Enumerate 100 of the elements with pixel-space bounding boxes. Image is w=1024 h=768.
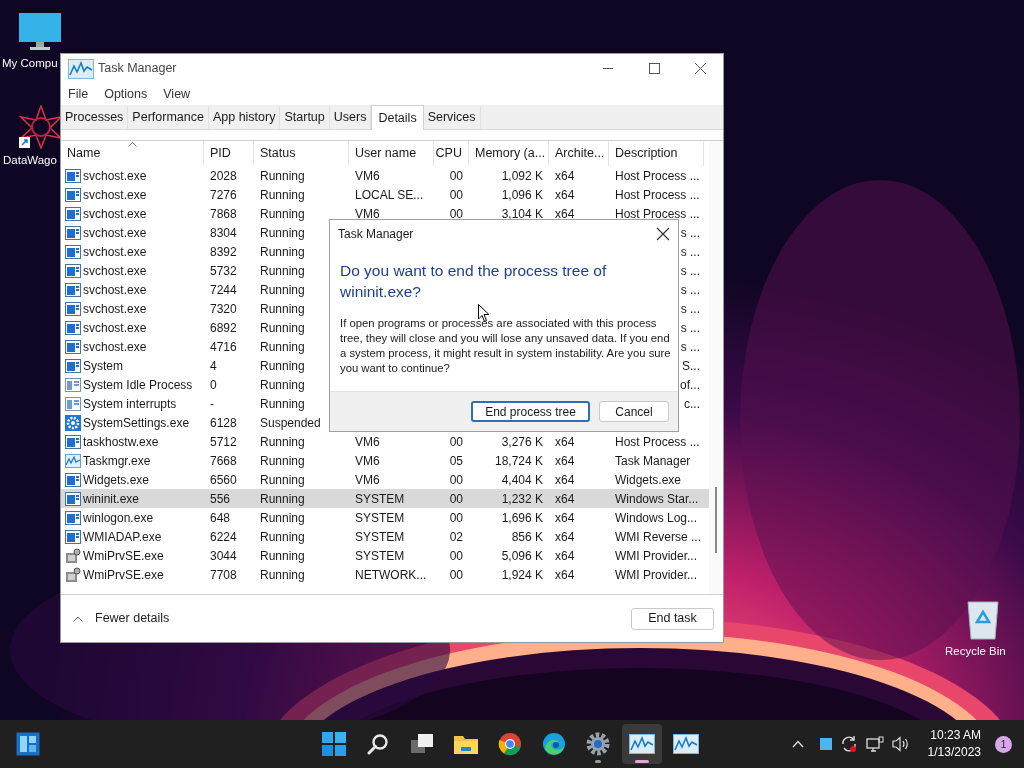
- table-cell: 00: [449, 434, 463, 449]
- table-cell: 6560: [210, 472, 237, 487]
- table-cell: Running: [260, 282, 305, 297]
- table-cell: VM6: [355, 168, 380, 183]
- table-cell: 00: [449, 510, 463, 525]
- table-cell: SYSTEM: [355, 510, 405, 525]
- table-cell: Widgets.exe: [615, 472, 682, 487]
- process-name: WmiPrvSE.exe: [83, 566, 164, 584]
- table-cell: Windows Star...: [615, 491, 699, 506]
- process-name: svchost.exe: [83, 167, 147, 185]
- table-cell: s ...: [680, 339, 700, 354]
- table-cell: 05: [449, 453, 463, 468]
- table-cell: x64: [555, 206, 575, 221]
- table-cell: x64: [555, 187, 575, 202]
- table-cell: 00: [449, 206, 463, 221]
- table-cell: Host Process ...: [615, 434, 700, 449]
- table-cell: 4: [210, 358, 217, 373]
- process-name: System: [83, 357, 123, 375]
- table-cell: 18,724 K: [494, 453, 543, 468]
- table-cell: 5712: [210, 434, 237, 449]
- window-title: Task Manager: [98, 60, 177, 78]
- table-cell: Host Process ...: [615, 187, 700, 202]
- table-cell: Running: [260, 187, 305, 202]
- table-cell: 6224: [210, 529, 237, 544]
- process-name: svchost.exe: [83, 281, 147, 299]
- table-cell: Running: [260, 244, 305, 259]
- table-cell: 3044: [210, 548, 237, 563]
- process-name: WmiPrvSE.exe: [83, 547, 164, 565]
- table-cell: 1,696 K: [501, 510, 543, 525]
- table-cell: 6128: [210, 415, 237, 430]
- table-cell: Running: [260, 472, 305, 487]
- table-cell: 8304: [210, 225, 237, 240]
- table-cell: x64: [555, 168, 575, 183]
- dialog-heading: Do you want to end the process tree of wininit.exe?: [340, 261, 608, 302]
- table-cell: Running: [260, 396, 305, 411]
- table-cell: Running: [260, 510, 305, 525]
- table-cell: Running: [260, 206, 305, 221]
- process-name: svchost.exe: [83, 243, 147, 261]
- process-name: Taskmgr.exe: [83, 452, 151, 470]
- table-cell: 00: [449, 567, 463, 582]
- table-cell: Windows Log...: [615, 510, 698, 525]
- table-cell: 0: [210, 377, 217, 392]
- table-cell: NETWORK...: [355, 567, 427, 582]
- table-cell: Host Process ...: [615, 206, 700, 221]
- table-cell: x64: [555, 453, 575, 468]
- table-cell: c...: [684, 396, 700, 411]
- table-cell: 7708: [210, 567, 237, 582]
- table-cell: of...: [680, 377, 700, 392]
- table-cell: VM6: [355, 453, 380, 468]
- table-cell: -: [210, 396, 214, 411]
- process-name: System Idle Process: [83, 376, 193, 394]
- table-cell: 7868: [210, 206, 237, 221]
- table-cell: x64: [555, 491, 575, 506]
- table-cell: Running: [260, 320, 305, 335]
- table-cell: VM6: [355, 206, 380, 221]
- table-cell: 3,104 K: [501, 206, 543, 221]
- table-cell: 00: [449, 472, 463, 487]
- table-cell: 648: [210, 510, 231, 525]
- table-cell: 8392: [210, 244, 237, 259]
- table-cell: x64: [555, 548, 575, 563]
- process-name: svchost.exe: [83, 262, 147, 280]
- process-name: svchost.exe: [83, 205, 147, 223]
- table-cell: x64: [555, 567, 575, 582]
- process-name: Widgets.exe: [83, 471, 150, 489]
- process-name: wininit.exe: [83, 490, 140, 508]
- table-cell: s ...: [680, 225, 700, 240]
- table-cell: 1,232 K: [501, 491, 543, 506]
- process-name: svchost.exe: [83, 319, 147, 337]
- table-cell: Running: [260, 548, 305, 563]
- table-cell: S...: [682, 358, 700, 373]
- table-cell: 2028: [210, 168, 237, 183]
- table-cell: 00: [449, 491, 463, 506]
- table-cell: SYSTEM: [355, 548, 405, 563]
- table-cell: 4,404 K: [501, 472, 543, 487]
- table-cell: SYSTEM: [355, 491, 405, 506]
- table-cell: WMI Provider...: [615, 567, 697, 582]
- table-cell: 7244: [210, 282, 237, 297]
- table-cell: x64: [555, 434, 575, 449]
- table-cell: 7276: [210, 187, 237, 202]
- table-cell: x64: [555, 472, 575, 487]
- table-cell: Running: [260, 377, 305, 392]
- table-cell: WMI Provider...: [615, 548, 697, 563]
- dialog-title: Task Manager: [338, 226, 414, 243]
- process-name: svchost.exe: [83, 186, 147, 204]
- table-cell: x64: [555, 510, 575, 525]
- table-cell: Running: [260, 453, 305, 468]
- process-name: SystemSettings.exe: [83, 414, 190, 432]
- process-name: svchost.exe: [83, 300, 147, 318]
- table-cell: Running: [260, 301, 305, 316]
- table-cell: 1,092 K: [501, 168, 543, 183]
- process-name: svchost.exe: [83, 338, 147, 356]
- table-cell: 5732: [210, 263, 237, 278]
- table-cell: LOCAL SE...: [355, 187, 424, 202]
- process-name: svchost.exe: [83, 224, 147, 242]
- table-cell: s ...: [680, 263, 700, 278]
- table-cell: 00: [449, 168, 463, 183]
- table-cell: Running: [260, 168, 305, 183]
- process-name: winlogon.exe: [83, 509, 154, 527]
- process-name: System interrupts: [83, 395, 177, 413]
- table-cell: Task Manager: [615, 453, 691, 468]
